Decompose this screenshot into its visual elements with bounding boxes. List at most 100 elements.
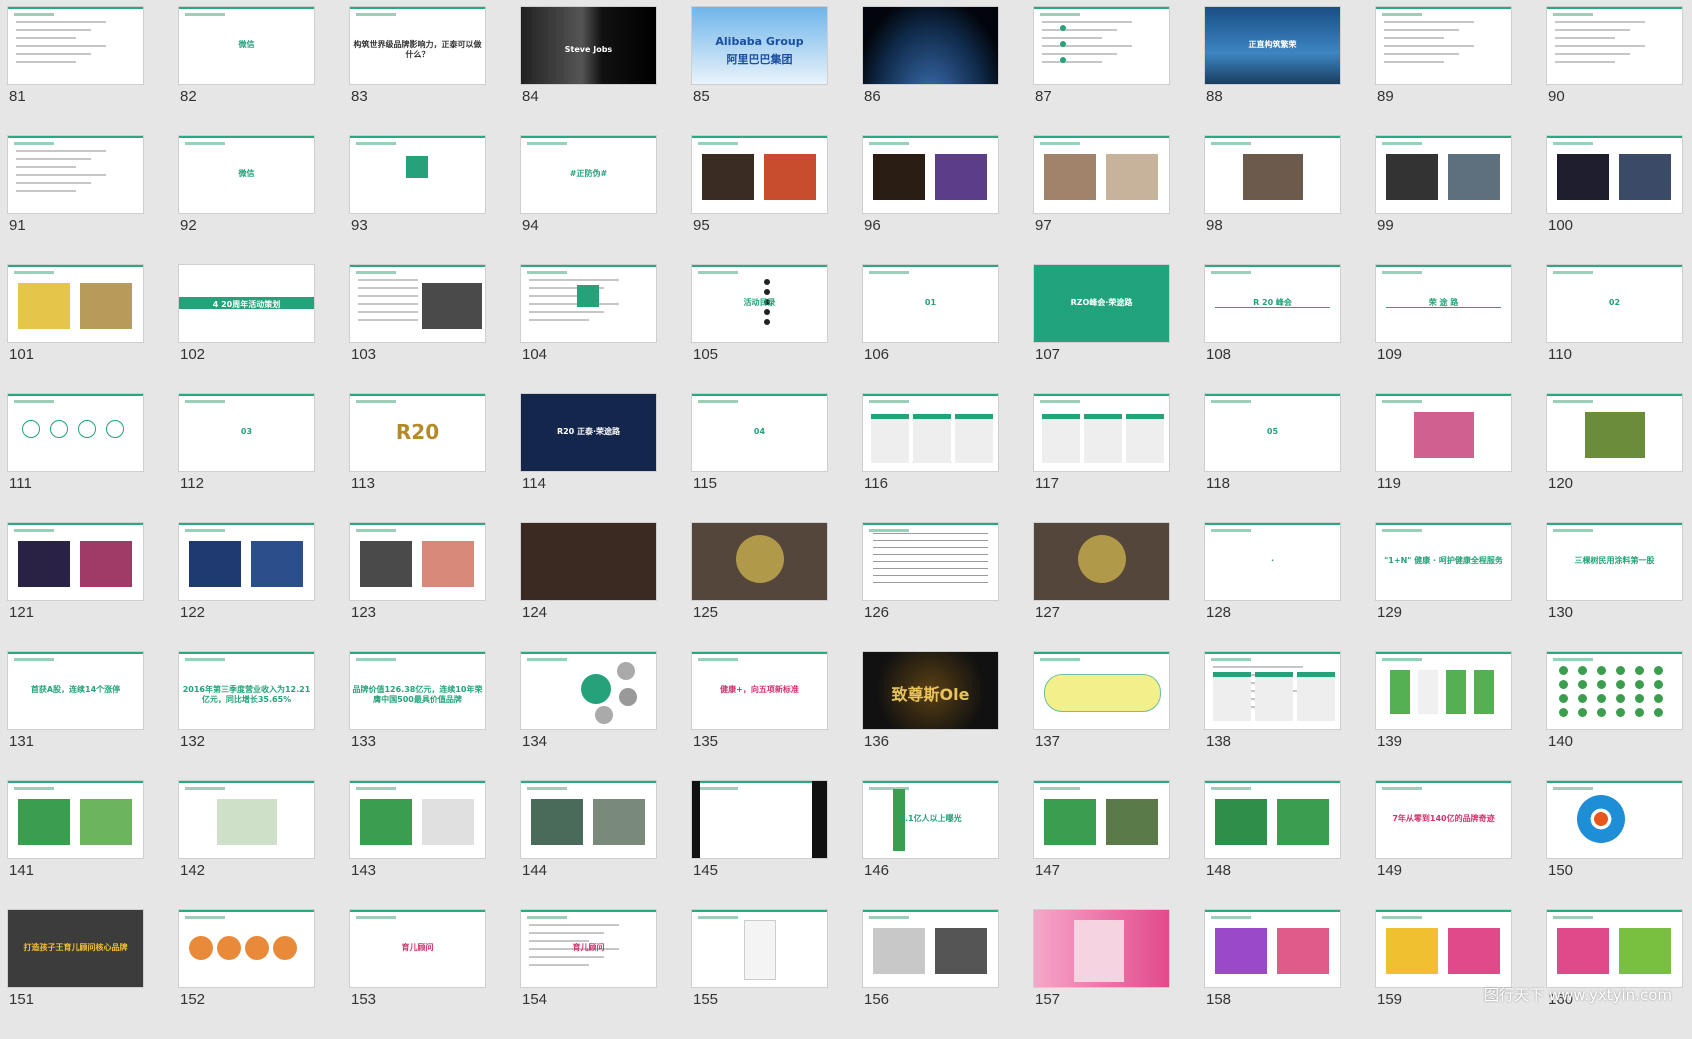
slide-thumbnail[interactable] (8, 394, 143, 471)
slide-thumbnail[interactable] (863, 136, 998, 213)
slide-thumbnail[interactable]: R20 (350, 394, 485, 471)
slide-thumbnail[interactable] (8, 136, 143, 213)
slide-thumbnail[interactable]: Alibaba Group 阿里巴巴集团 (692, 7, 827, 84)
slide-140[interactable]: 140 (1547, 652, 1682, 781)
slide-138[interactable]: 138 (1205, 652, 1340, 781)
slide-thumbnail[interactable]: 三棵树民用涂料第一股 (1547, 523, 1682, 600)
slide-thumbnail[interactable]: 01 (863, 265, 998, 342)
slide-thumbnail[interactable] (8, 781, 143, 858)
slide-thumbnail[interactable] (1205, 910, 1340, 987)
slide-thumbnail[interactable]: 微信 (179, 136, 314, 213)
slide-thumbnail[interactable] (692, 136, 827, 213)
slide-109[interactable]: 荣 途 路 109 (1376, 265, 1511, 394)
slide-thumbnail[interactable] (1034, 910, 1169, 987)
slide-thumbnail[interactable] (8, 523, 143, 600)
slide-110[interactable]: 02 110 (1547, 265, 1682, 394)
slide-153[interactable]: 育儿顾问 153 (350, 910, 485, 1039)
slide-103[interactable]: 103 (350, 265, 485, 394)
slide-thumbnail[interactable] (521, 523, 656, 600)
slide-99[interactable]: 99 (1376, 136, 1511, 265)
slide-124[interactable]: 124 (521, 523, 656, 652)
slide-thumbnail[interactable] (521, 781, 656, 858)
slide-89[interactable]: 89 (1376, 7, 1511, 136)
slide-144[interactable]: 144 (521, 781, 656, 910)
slide-102[interactable]: 4 20周年活动策划 102 (179, 265, 314, 394)
slide-98[interactable]: 98 (1205, 136, 1340, 265)
slide-thumbnail[interactable] (350, 136, 485, 213)
slide-thumbnail[interactable]: 05 (1205, 394, 1340, 471)
slide-thumbnail[interactable]: 育儿顾问 (521, 910, 656, 987)
slide-thumbnail[interactable] (863, 394, 998, 471)
slide-148[interactable]: 148 (1205, 781, 1340, 910)
slide-thumbnail[interactable] (1034, 7, 1169, 84)
slide-thumbnail[interactable] (1376, 7, 1511, 84)
slide-158[interactable]: 158 (1205, 910, 1340, 1039)
slide-113[interactable]: R20 113 (350, 394, 485, 523)
slide-thumbnail[interactable]: Steve Jobs (521, 7, 656, 84)
slide-85[interactable]: Alibaba Group 阿里巴巴集团 85 (692, 7, 827, 136)
slide-thumbnail[interactable]: 活动目录 (692, 265, 827, 342)
slide-thumbnail[interactable] (8, 265, 143, 342)
slide-120[interactable]: 120 (1547, 394, 1682, 523)
slide-thumbnail[interactable]: 打造孩子王育儿顾问核心品牌 (8, 910, 143, 987)
slide-thumbnail[interactable]: 健康+，向五项新标准 (692, 652, 827, 729)
slide-128[interactable]: · 128 (1205, 523, 1340, 652)
slide-117[interactable]: 117 (1034, 394, 1169, 523)
slide-87[interactable]: 87 (1034, 7, 1169, 136)
slide-83[interactable]: 构筑世界级品牌影响力，正泰可以做什么？ 83 (350, 7, 485, 136)
slide-thumbnail[interactable] (1034, 136, 1169, 213)
slide-thumbnail[interactable] (521, 265, 656, 342)
slide-150[interactable]: 150 (1547, 781, 1682, 910)
slide-91[interactable]: 91 (8, 136, 143, 265)
slide-thumbnail[interactable] (1547, 7, 1682, 84)
slide-151[interactable]: 打造孩子王育儿顾问核心品牌 151 (8, 910, 143, 1039)
slide-146[interactable]: 4.1亿人以上曝光 146 (863, 781, 998, 910)
slide-129[interactable]: "1+N" 健康 · 呵护健康全程服务 129 (1376, 523, 1511, 652)
slide-157[interactable]: 157 (1034, 910, 1169, 1039)
slide-131[interactable]: 首获A股，连续14个涨停 131 (8, 652, 143, 781)
slide-107[interactable]: RZO峰会·荣途路 107 (1034, 265, 1169, 394)
slide-thumbnail[interactable] (863, 7, 998, 84)
slide-155[interactable]: 155 (692, 910, 827, 1039)
slide-thumbnail[interactable] (179, 781, 314, 858)
slide-147[interactable]: 147 (1034, 781, 1169, 910)
slide-thumbnail[interactable] (179, 523, 314, 600)
slide-thumbnail[interactable] (1205, 781, 1340, 858)
slide-96[interactable]: 96 (863, 136, 998, 265)
slide-thumbnail[interactable] (521, 652, 656, 729)
slide-152[interactable]: 152 (179, 910, 314, 1039)
slide-thumbnail[interactable] (692, 910, 827, 987)
slide-thumbnail[interactable] (350, 523, 485, 600)
slide-thumbnail[interactable]: 7年从零到140亿的品牌奇迹 (1376, 781, 1511, 858)
slide-145[interactable]: 145 (692, 781, 827, 910)
slide-127[interactable]: 127 (1034, 523, 1169, 652)
slide-thumbnail[interactable]: "1+N" 健康 · 呵护健康全程服务 (1376, 523, 1511, 600)
slide-108[interactable]: R 20 峰会 108 (1205, 265, 1340, 394)
slide-119[interactable]: 119 (1376, 394, 1511, 523)
slide-149[interactable]: 7年从零到140亿的品牌奇迹 149 (1376, 781, 1511, 910)
slide-121[interactable]: 121 (8, 523, 143, 652)
slide-112[interactable]: 03 112 (179, 394, 314, 523)
slide-thumbnail[interactable] (863, 910, 998, 987)
slide-thumbnail[interactable] (1205, 652, 1340, 729)
slide-106[interactable]: 01 106 (863, 265, 998, 394)
slide-thumbnail[interactable]: 构筑世界级品牌影响力，正泰可以做什么？ (350, 7, 485, 84)
slide-thumbnail[interactable] (1376, 394, 1511, 471)
slide-thumbnail[interactable] (1376, 136, 1511, 213)
slide-143[interactable]: 143 (350, 781, 485, 910)
slide-thumbnail[interactable] (1547, 910, 1682, 987)
slide-93[interactable]: 93 (350, 136, 485, 265)
slide-133[interactable]: 品牌价值126.38亿元，连续10年荣膺中国500最具价值品牌 133 (350, 652, 485, 781)
slide-81[interactable]: 81 (8, 7, 143, 136)
slide-90[interactable]: 90 (1547, 7, 1682, 136)
slide-thumbnail[interactable]: 首获A股，连续14个涨停 (8, 652, 143, 729)
slide-thumbnail[interactable] (350, 781, 485, 858)
slide-thumbnail[interactable]: 品牌价值126.38亿元，连续10年荣膺中国500最具价值品牌 (350, 652, 485, 729)
slide-105[interactable]: 活动目录 105 (692, 265, 827, 394)
slide-thumbnail[interactable] (1376, 910, 1511, 987)
slide-130[interactable]: 三棵树民用涂料第一股 130 (1547, 523, 1682, 652)
slide-139[interactable]: 139 (1376, 652, 1511, 781)
slide-thumbnail[interactable] (1034, 652, 1169, 729)
slide-thumbnail[interactable] (8, 7, 143, 84)
slide-thumbnail[interactable] (179, 910, 314, 987)
